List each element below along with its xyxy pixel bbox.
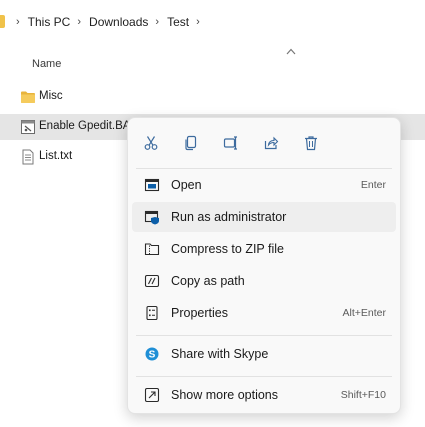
menu-item-properties[interactable]: Properties Alt+Enter — [132, 298, 396, 328]
chevron-right-icon[interactable]: › — [155, 16, 159, 28]
batch-file-icon — [20, 119, 36, 135]
menu-item-label: Copy as path — [171, 274, 245, 288]
menu-item-label: Share with Skype — [171, 347, 269, 361]
file-name: List.txt — [39, 150, 73, 162]
shield-run-icon — [144, 209, 160, 225]
menu-item-show-more-options[interactable]: Show more options Shift+F10 — [132, 380, 396, 410]
menu-item-label: Properties — [171, 306, 228, 320]
menu-item-label: Run as administrator — [171, 210, 287, 224]
properties-icon — [144, 305, 160, 321]
rename-button[interactable] — [220, 132, 242, 154]
menu-item-copy-as-path[interactable]: Copy as path — [132, 266, 396, 296]
skype-icon: S — [144, 346, 160, 362]
context-menu-toolbar — [128, 118, 400, 168]
context-menu: Open Enter Run as administrator Compress… — [127, 117, 401, 414]
menu-item-shortcut: Alt+Enter — [342, 307, 386, 319]
folder-icon — [0, 15, 5, 28]
chevron-right-icon[interactable]: › — [16, 16, 20, 28]
folder-icon — [20, 89, 36, 105]
rename-icon — [223, 136, 237, 150]
menu-divider — [136, 376, 392, 377]
menu-item-label: Show more options — [171, 388, 279, 402]
cut-button[interactable] — [140, 132, 162, 154]
share-button[interactable] — [260, 132, 282, 154]
menu-divider — [136, 335, 392, 336]
zip-icon — [144, 241, 160, 257]
menu-item-label: Open — [171, 178, 202, 192]
text-file-icon — [20, 149, 36, 165]
more-options-icon — [144, 387, 160, 403]
file-name: Misc — [39, 90, 63, 102]
trash-icon — [305, 136, 317, 151]
menu-item-share-with-skype[interactable]: S Share with Skype — [132, 339, 396, 369]
list-item-misc[interactable]: Misc — [0, 84, 425, 110]
breadcrumb-item-downloads[interactable]: Downloads — [89, 15, 148, 29]
open-icon — [144, 177, 160, 193]
share-icon — [264, 136, 279, 150]
delete-button[interactable] — [300, 132, 322, 154]
chevron-right-icon[interactable]: › — [77, 16, 81, 28]
chevron-right-icon[interactable]: › — [196, 16, 200, 28]
menu-divider — [136, 168, 392, 169]
breadcrumb-item-this-pc[interactable]: This PC — [28, 15, 71, 29]
sort-ascending-icon — [286, 47, 296, 58]
copy-icon — [185, 135, 197, 151]
copy-path-icon — [144, 273, 160, 289]
breadcrumb-row: › This PC › Downloads › Test › — [9, 14, 208, 30]
file-name: Enable Gpedit.BA — [39, 120, 131, 132]
menu-item-label: Compress to ZIP file — [171, 242, 285, 256]
breadcrumb-item-test[interactable]: Test — [167, 15, 189, 29]
copy-button[interactable] — [180, 132, 202, 154]
menu-item-open[interactable]: Open Enter — [132, 170, 396, 200]
column-name-header[interactable]: Name — [32, 58, 61, 70]
menu-item-compress-zip[interactable]: Compress to ZIP file — [132, 234, 396, 264]
file-explorer: › This PC › Downloads › Test › Name Misc — [0, 0, 425, 427]
menu-item-shortcut: Shift+F10 — [340, 389, 386, 401]
svg-text:S: S — [149, 350, 156, 361]
scissors-icon — [144, 136, 158, 150]
menu-item-shortcut: Enter — [360, 179, 386, 191]
menu-item-run-as-administrator[interactable]: Run as administrator — [132, 202, 396, 232]
breadcrumb: › This PC › Downloads › Test › — [0, 0, 425, 44]
column-header: Name — [0, 44, 425, 84]
